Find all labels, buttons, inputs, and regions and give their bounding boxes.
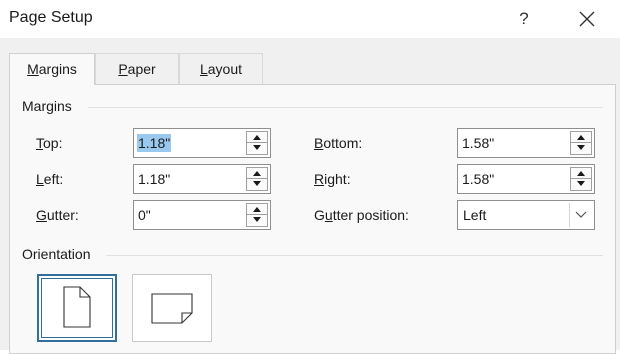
- chevron-down-icon: [575, 211, 587, 218]
- close-button[interactable]: [573, 5, 601, 33]
- arrow-up-icon: [253, 135, 261, 140]
- arrow-up-icon: [253, 207, 261, 212]
- arrow-down-icon: [253, 181, 261, 186]
- bottom-margin-value[interactable]: 1.58": [461, 134, 495, 152]
- left-margin-value[interactable]: 1.18": [137, 170, 171, 188]
- right-margin-spinner[interactable]: 1.58": [457, 164, 595, 194]
- gutter-position-label-text: tter position:: [332, 207, 409, 223]
- dialog-title: Page Setup: [9, 9, 93, 26]
- right-label: Right:: [314, 171, 351, 187]
- top-mnemonic: T: [36, 135, 43, 151]
- gutter-spinner[interactable]: 0": [133, 200, 271, 230]
- dropdown-toggle[interactable]: [569, 203, 592, 227]
- gutter-decrement-button[interactable]: [246, 215, 268, 227]
- right-increment-button[interactable]: [570, 167, 592, 179]
- bottom-increment-button[interactable]: [570, 131, 592, 143]
- tab-layout[interactable]: Layout: [179, 53, 263, 84]
- arrow-down-icon: [253, 145, 261, 150]
- margins-divider: [88, 107, 603, 108]
- arrow-up-icon: [577, 171, 585, 176]
- close-icon: [579, 11, 595, 27]
- margins-section-label: Margins: [22, 98, 72, 114]
- left-mnemonic: L: [36, 171, 44, 187]
- tab-margins-mnemonic: M: [27, 61, 39, 77]
- right-label-text: ight:: [324, 171, 351, 187]
- gutter-position-value: Left: [463, 207, 487, 223]
- left-decrement-button[interactable]: [246, 179, 268, 191]
- orientation-section-label: Orientation: [22, 246, 91, 262]
- top-increment-button[interactable]: [246, 131, 268, 143]
- tab-margins[interactable]: Margins: [9, 53, 95, 85]
- bottom-decrement-button[interactable]: [570, 143, 592, 155]
- orientation-divider: [106, 255, 603, 256]
- arrow-up-icon: [253, 171, 261, 176]
- portrait-page-icon: [63, 286, 91, 328]
- tab-paper-label: aper: [127, 61, 156, 77]
- tab-paper[interactable]: Paper: [95, 53, 179, 84]
- gutter-mnemonic: G: [36, 207, 47, 223]
- margins-panel: Margins Top: 1.18" Bottom: 1.58" Left: 1…: [9, 84, 616, 354]
- arrow-down-icon: [577, 181, 585, 186]
- landscape-page-icon: [151, 293, 193, 324]
- title-bar: Page Setup ?: [0, 0, 620, 38]
- left-label-text: eft:: [43, 171, 64, 187]
- arrow-down-icon: [577, 145, 585, 150]
- portrait-option[interactable]: [37, 274, 117, 342]
- gutter-label-text: utter:: [46, 207, 79, 223]
- top-margin-spinner[interactable]: 1.18": [133, 128, 271, 158]
- landscape-option[interactable]: [132, 274, 212, 342]
- tab-layout-mnemonic: L: [199, 61, 208, 77]
- top-margin-value[interactable]: 1.18": [137, 134, 172, 152]
- tab-margins-label: argins: [38, 61, 77, 77]
- dialog-body: Margins Paper Layout Margins Top: 1.18" …: [0, 38, 620, 354]
- bottom-label-text: ottom:: [323, 135, 363, 151]
- gutter-position-label: Gutter position:: [314, 207, 409, 223]
- left-label: Left:: [36, 171, 63, 187]
- tab-layout-label: ayout: [207, 61, 243, 77]
- top-label: Top:: [36, 135, 62, 151]
- bottom-label: Bottom:: [314, 135, 362, 151]
- bottom-mnemonic: B: [314, 135, 324, 151]
- right-margin-value[interactable]: 1.58": [461, 170, 495, 188]
- help-button[interactable]: ?: [512, 5, 536, 33]
- bottom-margin-spinner[interactable]: 1.58": [457, 128, 595, 158]
- gutter-label: Gutter:: [36, 207, 79, 223]
- gutter-position-mnemonic: u: [324, 207, 333, 223]
- gutter-position-dropdown[interactable]: Left: [457, 200, 595, 230]
- arrow-up-icon: [577, 135, 585, 140]
- gutter-value[interactable]: 0": [137, 206, 152, 224]
- left-margin-spinner[interactable]: 1.18": [133, 164, 271, 194]
- top-label-text: op:: [43, 135, 63, 151]
- gutter-position-prefix: G: [314, 207, 325, 223]
- gutter-increment-button[interactable]: [246, 203, 268, 215]
- left-increment-button[interactable]: [246, 167, 268, 179]
- tab-paper-mnemonic: P: [118, 61, 128, 77]
- right-decrement-button[interactable]: [570, 179, 592, 191]
- top-decrement-button[interactable]: [246, 143, 268, 155]
- right-mnemonic: R: [314, 171, 325, 187]
- arrow-down-icon: [253, 217, 261, 222]
